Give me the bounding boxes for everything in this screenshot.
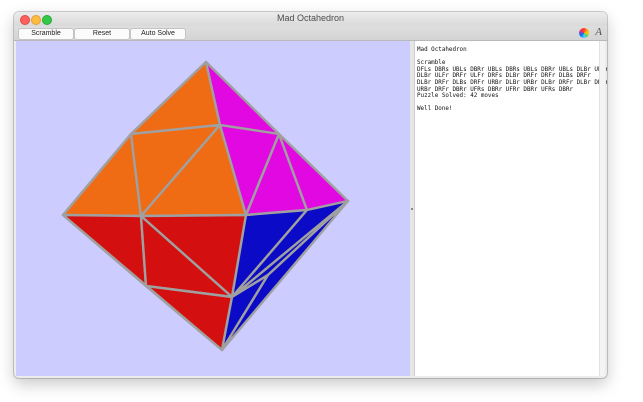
scramble-button[interactable]: Scramble [18,28,74,40]
toolbar: Scramble Reset Auto Solve A [14,26,607,41]
log-text-view[interactable]: Mad Octahedron Scramble DFLs DBRs UBLs D… [414,41,607,376]
divider-handle [411,208,413,210]
color-wheel-icon[interactable] [579,28,589,38]
log-text: Mad Octahedron Scramble DFLs DBRs UBLs D… [417,47,607,113]
octahedron-drawing [61,60,350,352]
reset-button[interactable]: Reset [74,28,130,40]
octahedron-facets [61,60,350,352]
puzzle-canvas[interactable] [16,41,410,376]
facet-orange[interactable] [129,60,222,136]
vertical-scrollbar[interactable] [599,41,605,376]
app-window: Mad Octahedron Scramble Reset Auto Solve… [14,12,607,378]
facet-orange[interactable] [61,132,143,218]
title-bar[interactable]: Mad Octahedron [14,12,607,26]
auto-solve-button[interactable]: Auto Solve [130,28,186,40]
window-title: Mad Octahedron [276,13,345,23]
font-icon[interactable]: A [595,26,602,38]
